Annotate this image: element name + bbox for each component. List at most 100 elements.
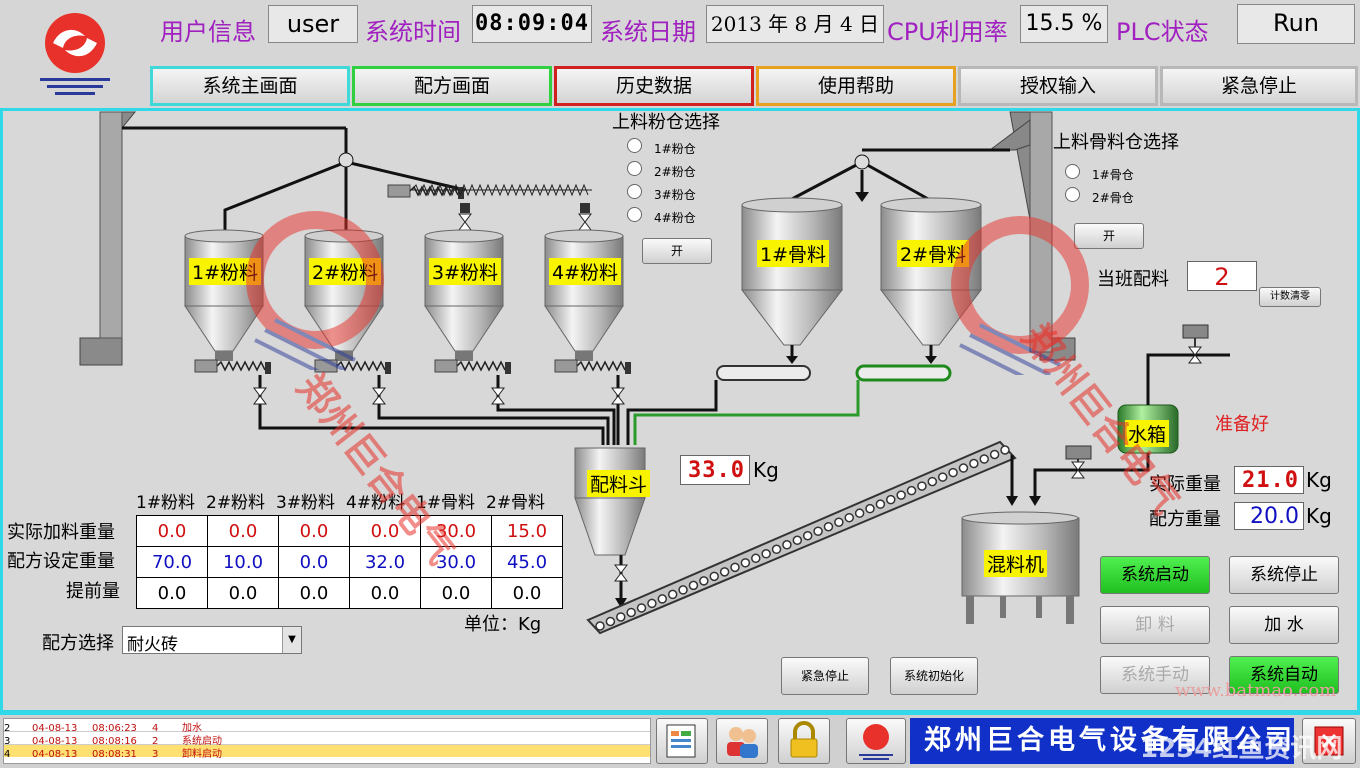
- system-stop-button[interactable]: 系统停止: [1229, 556, 1339, 594]
- batch-hopper-label: 配料斗: [587, 470, 651, 497]
- system-start-button[interactable]: 系统启动: [1100, 556, 1210, 594]
- add-water-button[interactable]: 加 水: [1229, 606, 1339, 644]
- nav-help[interactable]: 使用帮助: [756, 66, 956, 106]
- table-cell[interactable]: 0.0: [278, 577, 350, 609]
- radio-circle[interactable]: [1065, 164, 1080, 179]
- table-row: 0.0 0.0 0.0 0.0 0.0 0.0: [136, 577, 563, 609]
- water-recipe-unit: Kg: [1306, 504, 1332, 528]
- corner-watermark: 1234红鱼资讯网: [1140, 734, 1343, 764]
- conveyor-roller: [989, 449, 1000, 460]
- system-init-button[interactable]: 系统初始化: [890, 657, 978, 695]
- list-item[interactable]: 3 04-08-13 08:08:16 2 系统启动: [4, 732, 650, 747]
- powder-tank-3-label: 3#粉料: [429, 258, 502, 285]
- water-actual-unit: Kg: [1306, 468, 1332, 492]
- date-label: 系统日期: [600, 18, 696, 46]
- radio-circle[interactable]: [627, 184, 642, 199]
- col-header: 2#粉料: [206, 493, 266, 513]
- col-header: 1#粉料: [136, 493, 196, 513]
- radio-circle[interactable]: [627, 138, 642, 153]
- conveyor-roller: [937, 472, 948, 482]
- conveyor-roller: [896, 490, 906, 500]
- watermark-url: www.batmao.com: [1175, 680, 1337, 701]
- conveyor-roller: [699, 576, 709, 586]
- plc-value: Run: [1237, 4, 1355, 44]
- conveyor-roller: [834, 517, 844, 527]
- conveyor-roller: [605, 616, 616, 627]
- powder-select-title: 上料粉仓选择: [612, 112, 720, 133]
- col-header: 3#粉料: [276, 493, 336, 513]
- nav-main-screen[interactable]: 系统主画面: [150, 66, 350, 106]
- conveyor-roller: [854, 508, 865, 518]
- time-label: 系统时间: [365, 18, 461, 46]
- conveyor-roller: [647, 598, 657, 609]
- table-cell[interactable]: 0.0: [136, 577, 208, 609]
- nav-history-data[interactable]: 历史数据: [554, 66, 754, 106]
- table-cell[interactable]: 0.0: [420, 577, 492, 609]
- table-cell: 0.0: [207, 515, 279, 547]
- report-icon[interactable]: [656, 718, 708, 764]
- conveyor-roller: [792, 535, 803, 546]
- table-unit: 单位：Kg: [464, 614, 542, 635]
- table-cell[interactable]: 45.0: [491, 546, 563, 578]
- alarm-time: 08:08:31: [92, 749, 137, 760]
- conveyor-roller: [626, 607, 636, 618]
- powder-tank-4-label: 4#粉料: [549, 258, 622, 285]
- table-cell[interactable]: 70.0: [136, 546, 208, 578]
- conveyor-roller: [906, 485, 917, 496]
- alarm-text: 卸料启动: [182, 749, 222, 760]
- recipe-select-label: 配方选择: [42, 633, 114, 654]
- conveyor-roller: [761, 549, 771, 559]
- radio-circle[interactable]: [627, 207, 642, 222]
- lock-icon[interactable]: [778, 718, 830, 764]
- company-logo: [25, 8, 125, 98]
- list-item[interactable]: 4 04-08-13 08:08:31 3 卸料启动: [4, 745, 650, 760]
- conveyor-roller: [636, 603, 647, 613]
- aggregate-radio-2[interactable]: 2#骨仓: [1065, 187, 1134, 206]
- column-headers: 1#粉料 2#粉料 3#粉料 4#粉料 1#骨料 2#骨料: [136, 488, 556, 513]
- nav-emergency-stop[interactable]: 紧急停止: [1160, 66, 1358, 106]
- col-header: 2#骨料: [486, 493, 546, 513]
- conveyor-roller: [958, 463, 969, 473]
- conveyor-roller: [782, 540, 792, 550]
- table-cell[interactable]: 0.0: [207, 577, 279, 609]
- conveyor-roller: [740, 558, 751, 568]
- company-logo-small: [846, 718, 906, 764]
- counter-reset-button[interactable]: 计数清零: [1259, 287, 1321, 307]
- table-cell[interactable]: 0.0: [349, 577, 421, 609]
- table-cell: 0.0: [136, 515, 208, 547]
- alarm-code: 3: [152, 749, 159, 760]
- table-row: 70.0 10.0 0.0 32.0 30.0 45.0: [136, 546, 563, 578]
- recipe-select-dropdown[interactable]: 耐火砖 ▼: [122, 626, 302, 655]
- conveyor-roller: [657, 594, 668, 604]
- conveyor-roller: [667, 589, 678, 600]
- powder-open-button[interactable]: 开: [642, 238, 712, 264]
- nav-authorization[interactable]: 授权输入: [958, 66, 1158, 106]
- powder-radio-3[interactable]: 3#粉仓: [627, 184, 696, 203]
- powder-radio-2[interactable]: 2#粉仓: [627, 161, 696, 180]
- powder-radio-1[interactable]: 1#粉仓: [627, 138, 696, 157]
- chevron-down-icon[interactable]: ▼: [282, 627, 301, 653]
- table-cell: 15.0: [491, 515, 563, 547]
- table-cell[interactable]: 0.0: [491, 577, 563, 609]
- list-item[interactable]: 2 04-08-13 08:06:23 4 加水: [4, 719, 650, 734]
- alarm-list[interactable]: 2 04-08-13 08:06:23 4 加水 3 04-08-13 08:08:16 2 系…: [3, 718, 651, 764]
- alarm-date: 04-08-13: [32, 749, 78, 760]
- powder-radio-4[interactable]: 4#粉仓: [627, 207, 696, 226]
- emergency-stop-button[interactable]: 紧急停止: [781, 657, 869, 695]
- aggregate-radio-1[interactable]: 1#骨仓: [1065, 164, 1134, 183]
- radio-circle[interactable]: [1065, 187, 1080, 202]
- batch-table: 0.0 0.0 0.0 0.0 30.0 15.0 70.0 10.0 0.0 …: [136, 515, 563, 609]
- plc-label: PLC状态: [1116, 18, 1209, 46]
- table-cell[interactable]: 10.0: [207, 546, 279, 578]
- conveyor-roller: [1000, 445, 1010, 455]
- nav-recipe-screen[interactable]: 配方画面: [352, 66, 552, 106]
- radio-circle[interactable]: [627, 161, 642, 176]
- table-cell[interactable]: 0.0: [278, 546, 350, 578]
- conveyor-roller: [719, 567, 730, 577]
- unload-button[interactable]: 卸 料: [1100, 606, 1210, 644]
- aggregate-select-title: 上料骨料仓选择: [1053, 132, 1179, 153]
- alarm-no: 4: [4, 749, 11, 760]
- conveyor-roller: [678, 585, 688, 595]
- conveyor-roller: [802, 530, 813, 541]
- users-icon[interactable]: [716, 718, 768, 764]
